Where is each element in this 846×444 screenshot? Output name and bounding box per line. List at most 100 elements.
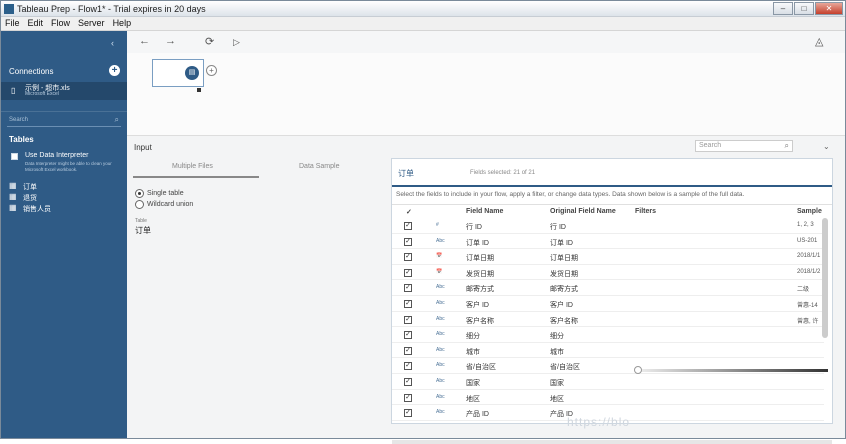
watermark-text: https://blo xyxy=(567,415,631,429)
table-icon: ▦ xyxy=(9,181,17,190)
data-type-icon[interactable]: Abc xyxy=(436,300,445,306)
data-type-icon[interactable]: Abc xyxy=(436,347,445,353)
data-type-icon[interactable]: Abc xyxy=(436,316,445,322)
original-field-name-cell: 行 ID xyxy=(550,224,566,231)
data-type-icon[interactable]: Abc xyxy=(436,409,445,415)
field-name-cell[interactable]: 地区 xyxy=(466,394,480,404)
data-interpreter-title: Use Data Interpreter xyxy=(25,152,89,159)
vertical-scrollbar[interactable] xyxy=(822,218,828,338)
input-step-node[interactable]: ▤ xyxy=(152,59,204,87)
field-include-checkbox[interactable]: ✓ xyxy=(404,409,412,418)
field-include-checkbox[interactable]: ✓ xyxy=(404,222,412,230)
table-row[interactable]: ✓ Abc 订单 ID 订单 ID US-201 xyxy=(392,234,824,250)
data-interpreter-checkbox[interactable] xyxy=(11,153,18,160)
table-row[interactable]: ✓ Abc 细分 细分 xyxy=(392,327,824,343)
original-field-name-cell: 订单日期 xyxy=(550,255,578,263)
menu-edit[interactable]: Edit xyxy=(24,17,48,30)
close-button[interactable]: ✕ xyxy=(815,2,843,15)
back-arrow-icon[interactable]: ← xyxy=(139,35,150,47)
run-flow-icon[interactable]: ▷ xyxy=(233,37,240,48)
flow-canvas[interactable]: ▤ + xyxy=(127,53,845,135)
field-name-cell[interactable]: 客户名称 xyxy=(466,316,494,326)
connection-item[interactable]: ▯ 示例 - 超市.xls Microsoft Excel xyxy=(1,82,127,100)
sample-slider-thumb[interactable] xyxy=(634,366,642,374)
horizontal-scrollbar[interactable] xyxy=(392,440,832,444)
data-type-icon[interactable]: Abc xyxy=(436,331,445,337)
field-name-cell[interactable]: 客户 ID xyxy=(466,300,489,310)
original-field-name-column-header[interactable]: Original Field Name xyxy=(550,208,616,215)
data-type-icon[interactable]: Abc xyxy=(436,378,445,384)
fields-grid-header: 订单 Fields selected: 21 of 21 xyxy=(392,159,832,187)
table-row[interactable]: ✓ Abc 城市 城市 xyxy=(392,343,824,359)
sample-slider-track[interactable] xyxy=(636,369,828,372)
app-window: Tableau Prep - Flow1* - Trial expires in… xyxy=(0,0,846,444)
menu-bar: File Edit Flow Server Help xyxy=(1,17,845,31)
field-include-checkbox[interactable]: ✓ xyxy=(404,284,412,293)
table-row[interactable]: ✓ Abc 客户名称 客户名称 曾惠, 许 xyxy=(392,312,824,328)
data-type-icon[interactable]: Abc xyxy=(436,238,445,244)
table-row[interactable]: ✓ # 行 ID 行 ID 1, 2, 3 xyxy=(392,218,824,234)
add-step-plus-icon[interactable]: + xyxy=(206,65,217,76)
table-row[interactable]: ✓ 📅 订单日期 订单日期 2018/1/1 xyxy=(392,249,824,265)
table-row[interactable]: ✓ Abc 客户 ID 客户 ID 曾惠-14 xyxy=(392,296,824,312)
field-include-checkbox[interactable]: ✓ xyxy=(404,346,412,355)
refresh-icon[interactable]: ⟳ xyxy=(205,35,214,48)
data-type-icon[interactable]: 📅 xyxy=(436,253,442,259)
sample-value-cell: 曾惠, 许 xyxy=(797,318,819,325)
menu-flow[interactable]: Flow xyxy=(47,17,74,30)
data-type-icon[interactable]: Abc xyxy=(436,394,445,400)
field-name-column-header[interactable]: Field Name xyxy=(466,208,503,215)
alert-icon[interactable]: ◬ xyxy=(815,35,823,48)
node-handle[interactable] xyxy=(197,88,201,92)
sample-value-cell: 2018/1/1 xyxy=(797,253,821,260)
single-table-radio[interactable] xyxy=(135,189,144,198)
field-include-checkbox[interactable]: ✓ xyxy=(404,331,412,340)
data-type-icon[interactable]: Abc xyxy=(436,362,445,368)
forward-arrow-icon[interactable]: → xyxy=(165,35,176,47)
collapse-pane-icon[interactable]: ⌄ xyxy=(823,142,830,151)
field-include-checkbox[interactable]: ✓ xyxy=(404,237,412,246)
tab-multiple-files[interactable]: Multiple Files xyxy=(172,163,213,170)
field-include-checkbox[interactable]: ✓ xyxy=(404,299,412,308)
field-name-cell[interactable]: 行 ID xyxy=(466,222,482,232)
menu-file[interactable]: File xyxy=(1,17,24,30)
sidebar-table-name: 销售人员 xyxy=(23,206,51,213)
field-search-input[interactable]: Search ⌕ xyxy=(695,140,793,152)
field-include-checkbox[interactable]: ✓ xyxy=(404,253,412,262)
field-name-cell[interactable]: 省/自治区 xyxy=(466,362,496,372)
menu-help[interactable]: Help xyxy=(109,17,136,30)
field-include-checkbox[interactable]: ✓ xyxy=(404,315,412,324)
field-include-checkbox[interactable]: ✓ xyxy=(404,268,412,277)
collapse-sidebar-icon[interactable]: ‹ xyxy=(111,38,114,48)
minimize-button[interactable]: – xyxy=(773,2,793,15)
field-name-cell[interactable]: 订单 ID xyxy=(466,238,489,248)
filters-column-header[interactable]: Filters xyxy=(635,208,656,215)
tab-data-sample[interactable]: Data Sample xyxy=(299,163,339,170)
table-icon: ▦ xyxy=(9,192,17,201)
field-include-checkbox[interactable]: ✓ xyxy=(404,362,412,371)
maximize-button[interactable]: □ xyxy=(794,2,814,15)
table-row[interactable]: ✓ Abc 国家 国家 xyxy=(392,374,824,390)
field-include-checkbox[interactable]: ✓ xyxy=(404,377,412,386)
data-type-icon[interactable]: 📅 xyxy=(436,269,442,275)
table-row[interactable]: ✓ Abc 地区 地区 xyxy=(392,390,824,406)
field-name-cell[interactable]: 发货日期 xyxy=(466,269,494,279)
data-type-icon[interactable]: Abc xyxy=(436,284,445,290)
wildcard-union-radio[interactable] xyxy=(135,200,144,209)
field-name-cell[interactable]: 国家 xyxy=(466,378,480,388)
select-all-checkmark[interactable]: ✓ xyxy=(406,208,412,216)
add-connection-icon[interactable]: + xyxy=(109,65,120,76)
field-name-cell[interactable]: 产品 ID xyxy=(466,409,489,419)
connections-header: Connections + xyxy=(1,62,127,82)
sidebar-search-input[interactable]: Search ⌕ xyxy=(7,115,121,127)
field-name-cell[interactable]: 城市 xyxy=(466,347,480,357)
field-name-cell[interactable]: 邮寄方式 xyxy=(466,284,494,294)
field-name-cell[interactable]: 细分 xyxy=(466,331,480,341)
data-type-icon[interactable]: # xyxy=(436,222,439,228)
field-include-checkbox[interactable]: ✓ xyxy=(404,393,412,402)
sample-column-header[interactable]: Sample xyxy=(797,208,822,215)
field-name-cell[interactable]: 订单日期 xyxy=(466,253,494,263)
table-row[interactable]: ✓ Abc 邮寄方式 邮寄方式 二级 xyxy=(392,280,824,296)
menu-server[interactable]: Server xyxy=(74,17,109,30)
table-row[interactable]: ✓ 📅 发货日期 发货日期 2018/1/2 xyxy=(392,265,824,281)
